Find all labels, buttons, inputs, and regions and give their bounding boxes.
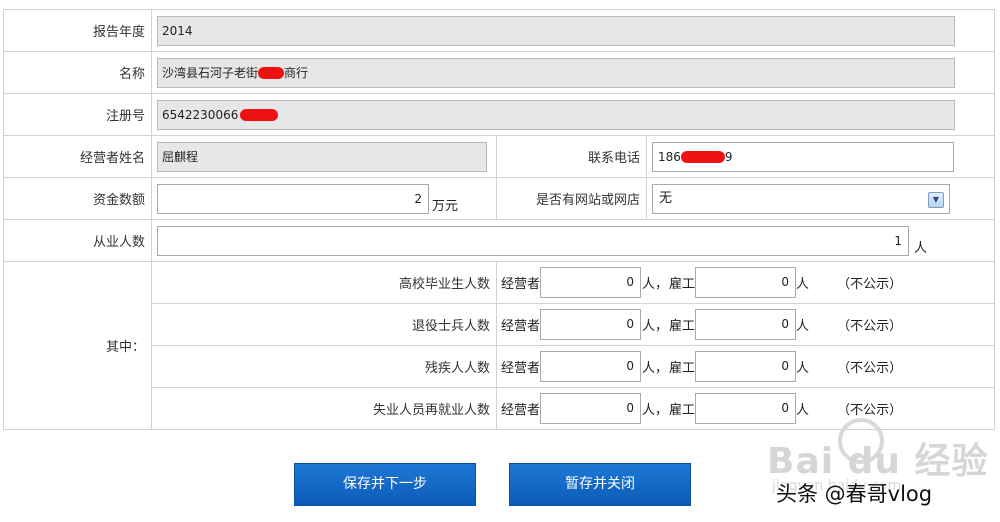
worker-count-input[interactable]: 0: [695, 309, 797, 340]
not-public-note: （不公示）: [837, 361, 903, 376]
breakdown-row: 残疾人人数 经营者 0 人，雇工 0 人（不公示）: [4, 345, 995, 388]
employees-unit: 人: [914, 240, 928, 256]
phone-value-end: 9: [724, 149, 733, 164]
phone-value-start: 186: [658, 149, 681, 164]
person-unit: 人，: [642, 361, 669, 376]
employees-input[interactable]: 1: [157, 225, 909, 256]
capital-unit: 万元: [432, 198, 459, 214]
person-unit: 人: [796, 361, 810, 376]
reg-no-label: 注册号: [3, 93, 152, 136]
person-unit: 人，: [642, 319, 669, 334]
operator-tag: 经营者: [501, 319, 541, 334]
person-unit: 人，: [642, 403, 669, 418]
not-public-note: （不公示）: [837, 403, 903, 418]
website-selected: 无: [659, 190, 673, 206]
name-value-start: 沙湾县石河子老街: [162, 65, 259, 80]
name-field: 沙湾县石河子老街 商行: [157, 57, 955, 88]
operator-label: 经营者姓名: [3, 135, 152, 178]
not-public-note: （不公示）: [837, 277, 903, 292]
redaction-mark: [680, 151, 725, 163]
annual-report-form: 报告年度 2014 名称 沙湾县石河子老街 商行 注册号 6542230066 经…: [3, 9, 995, 430]
breakdown-row: 其中： 高校毕业生人数 经营者 0 人，雇工 0 人（不公示）: [3, 261, 995, 430]
baidu-jingyan-watermark: Bai du 经验: [767, 441, 989, 482]
report-year-label: 报告年度: [3, 9, 152, 52]
operator-count-input[interactable]: 0: [540, 309, 642, 340]
row-operator: 经营者姓名 屈麒程 联系电话 186 9: [3, 135, 995, 178]
person-unit: 人: [796, 319, 810, 334]
worker-count-input[interactable]: 0: [695, 393, 797, 424]
worker-tag: 雇工: [669, 361, 696, 376]
worker-count-input[interactable]: 0: [695, 351, 797, 382]
operator-count-input[interactable]: 0: [540, 267, 642, 298]
phone-input[interactable]: 186 9: [652, 141, 954, 172]
worker-tag: 雇工: [669, 403, 696, 418]
row-employees: 从业人数 1人: [3, 219, 995, 262]
employees-label: 从业人数: [3, 219, 152, 262]
row-report-year: 报告年度 2014: [3, 9, 995, 52]
operator-count-input[interactable]: 0: [540, 351, 642, 382]
website-label: 是否有网站或网店: [496, 177, 647, 220]
website-select[interactable]: 无 ▼: [652, 183, 950, 214]
person-unit: 人: [796, 403, 810, 418]
author-watermark: 头条 @春哥vlog: [776, 482, 933, 506]
capital-label: 资金数额: [3, 177, 152, 220]
breakdown-label: 其中：: [3, 261, 152, 430]
not-public-note: （不公示）: [837, 319, 903, 334]
breakdown-row-label: 高校毕业生人数: [151, 261, 497, 304]
operator-tag: 经营者: [501, 361, 541, 376]
save-and-close-button[interactable]: 暂存并关闭: [509, 463, 691, 506]
breakdown-row-label: 退役士兵人数: [151, 303, 497, 346]
worker-count-input[interactable]: 0: [695, 267, 797, 298]
redaction-mark: [258, 67, 285, 79]
name-label: 名称: [3, 51, 152, 94]
person-unit: 人: [796, 277, 810, 292]
redaction-mark: [240, 109, 279, 121]
operator-tag: 经营者: [501, 403, 541, 418]
breakdown-row-label: 失业人员再就业人数: [151, 387, 497, 430]
row-name: 名称 沙湾县石河子老街 商行: [3, 51, 995, 94]
worker-tag: 雇工: [669, 319, 696, 334]
phone-label: 联系电话: [496, 135, 647, 178]
breakdown-row-label: 残疾人人数: [151, 345, 497, 388]
person-unit: 人，: [642, 277, 669, 292]
save-and-next-button[interactable]: 保存并下一步: [294, 463, 476, 506]
dropdown-arrow-icon[interactable]: ▼: [928, 191, 944, 208]
capital-input[interactable]: 2: [157, 183, 429, 214]
report-year-field: 2014: [157, 15, 955, 46]
operator-count-input[interactable]: 0: [540, 393, 642, 424]
operator-tag: 经营者: [501, 277, 541, 292]
reg-no-value: 6542230066: [162, 107, 239, 122]
row-reg-no: 注册号 6542230066: [3, 93, 995, 136]
worker-tag: 雇工: [669, 277, 696, 292]
reg-no-field: 6542230066: [157, 99, 955, 130]
operator-field: 屈麒程: [157, 141, 487, 172]
row-capital: 资金数额 2 万元 是否有网站或网店 无 ▼: [3, 177, 995, 220]
name-value-end: 商行: [284, 65, 309, 80]
breakdown-row: 退役士兵人数 经营者 0 人，雇工 0 人（不公示）: [4, 303, 995, 346]
